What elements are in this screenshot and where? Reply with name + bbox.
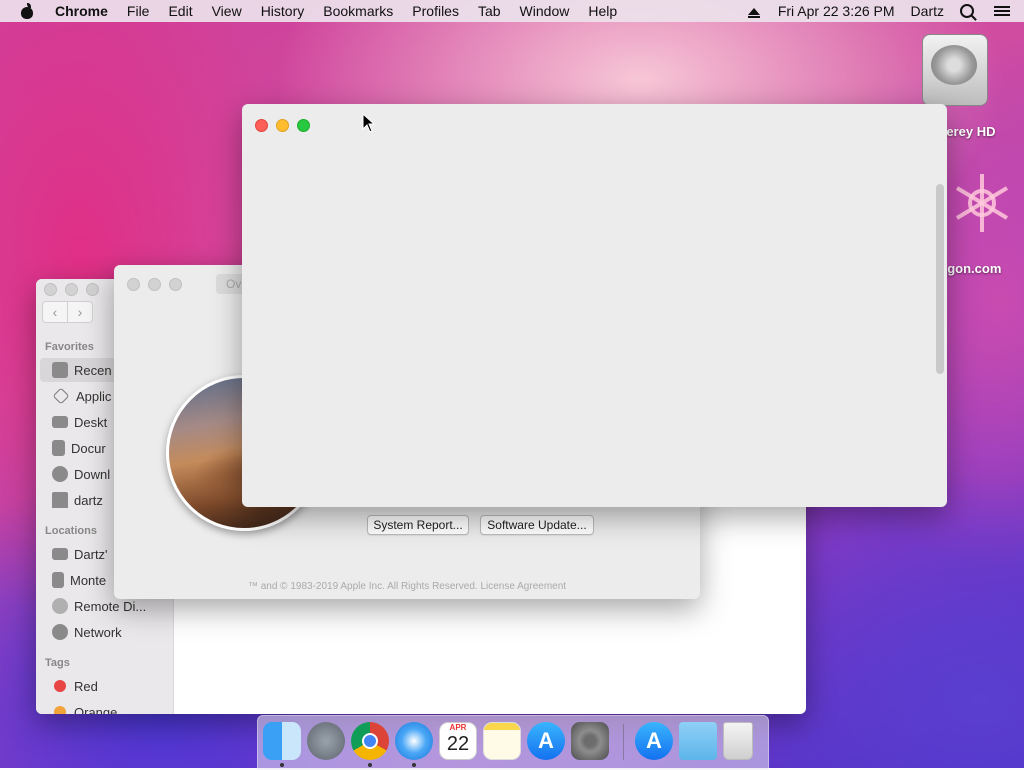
back-button[interactable]: ‹ bbox=[42, 301, 68, 323]
zoom-button[interactable] bbox=[297, 119, 310, 132]
about-window-controls bbox=[127, 278, 182, 291]
app-store-icon[interactable]: A bbox=[635, 722, 673, 760]
remote-disc-icon bbox=[52, 598, 68, 614]
menu-file[interactable]: File bbox=[127, 3, 150, 19]
desktop-icon-label: agon.com bbox=[940, 261, 1002, 276]
menu-help[interactable]: Help bbox=[588, 3, 617, 19]
sidebar-item-tag-orange[interactable]: Orange bbox=[40, 700, 173, 714]
mouse-cursor-icon bbox=[362, 113, 376, 133]
hard-drive-icon bbox=[922, 34, 988, 106]
finder-nav-buttons: ‹ › bbox=[42, 301, 93, 323]
menu-bookmarks[interactable]: Bookmarks bbox=[323, 3, 393, 19]
running-indicator bbox=[412, 763, 416, 767]
zoom-button[interactable] bbox=[169, 278, 182, 291]
sidebar-item-network[interactable]: Network bbox=[40, 620, 173, 644]
desktop-icon-label: terey HD bbox=[942, 124, 996, 139]
document-icon bbox=[52, 440, 65, 456]
vertical-scrollbar[interactable] bbox=[936, 184, 944, 374]
downloads-folder-icon[interactable] bbox=[679, 722, 717, 760]
system-report-button[interactable]: System Report... bbox=[367, 515, 469, 535]
finder-window-controls bbox=[44, 283, 99, 296]
network-globe-icon bbox=[52, 624, 68, 640]
calendar-icon[interactable]: APR 22 bbox=[439, 722, 477, 760]
menu-view[interactable]: View bbox=[212, 3, 242, 19]
sidebar-heading-favorites: Favorites bbox=[45, 341, 94, 353]
calendar-month: APR bbox=[449, 723, 467, 732]
download-icon bbox=[52, 466, 68, 482]
forward-button[interactable]: › bbox=[68, 301, 93, 323]
menubar-clock[interactable]: Fri Apr 22 3:26 PM bbox=[778, 3, 895, 19]
eject-icon[interactable] bbox=[747, 7, 760, 18]
desktop-icon bbox=[52, 416, 68, 428]
home-icon bbox=[52, 492, 68, 508]
menu-history[interactable]: History bbox=[261, 3, 305, 19]
sidebar-heading-locations: Locations bbox=[45, 525, 97, 537]
menubar-user[interactable]: Dartz bbox=[911, 3, 944, 19]
menu-bar: Chrome File Edit View History Bookmarks … bbox=[0, 0, 1024, 22]
zoom-button[interactable] bbox=[86, 283, 99, 296]
trash-icon[interactable] bbox=[723, 722, 753, 760]
launchpad-icon[interactable] bbox=[307, 722, 345, 760]
dock-separator bbox=[623, 724, 624, 760]
desktop-icon-app[interactable]: agon.com bbox=[940, 170, 1024, 276]
chevron-right-icon: › bbox=[77, 304, 83, 320]
applications-icon bbox=[52, 387, 70, 405]
minimize-button[interactable] bbox=[65, 283, 78, 296]
chrome-icon[interactable] bbox=[351, 722, 389, 760]
close-button[interactable] bbox=[44, 283, 57, 296]
dock: APR 22 A A bbox=[257, 715, 769, 770]
recents-icon bbox=[52, 362, 68, 378]
chrome-window-controls bbox=[255, 119, 310, 132]
spotlight-search-icon[interactable] bbox=[960, 4, 974, 18]
menu-app-name[interactable]: Chrome bbox=[55, 3, 108, 19]
chrome-window[interactable] bbox=[242, 104, 947, 507]
close-button[interactable] bbox=[255, 119, 268, 132]
control-center-icon[interactable] bbox=[994, 5, 1010, 17]
software-update-button[interactable]: Software Update... bbox=[480, 515, 594, 535]
sidebar-item-tag-red[interactable]: Red bbox=[40, 674, 173, 698]
running-indicator bbox=[368, 763, 372, 767]
running-indicator bbox=[280, 763, 284, 767]
red-tag-icon bbox=[54, 680, 66, 692]
finder-icon[interactable] bbox=[263, 722, 301, 760]
legal-notice: ™ and © 1983-2019 Apple Inc. All Rights … bbox=[247, 581, 567, 592]
chevron-left-icon: ‹ bbox=[52, 304, 58, 320]
apple-menu-icon[interactable] bbox=[20, 3, 34, 19]
snowflake-app-icon bbox=[955, 174, 1009, 232]
sidebar-heading-tags: Tags bbox=[45, 657, 70, 669]
computer-icon bbox=[52, 548, 68, 560]
system-preferences-icon[interactable] bbox=[571, 722, 609, 760]
app-store-icon[interactable]: A bbox=[527, 722, 565, 760]
calendar-day: 22 bbox=[446, 733, 470, 755]
disk-icon bbox=[52, 572, 64, 588]
minimize-button[interactable] bbox=[276, 119, 289, 132]
minimize-button[interactable] bbox=[148, 278, 161, 291]
safari-icon[interactable] bbox=[395, 722, 433, 760]
orange-tag-icon bbox=[54, 706, 66, 714]
menu-window[interactable]: Window bbox=[520, 3, 570, 19]
notes-icon[interactable] bbox=[483, 722, 521, 760]
close-button[interactable] bbox=[127, 278, 140, 291]
menu-profiles[interactable]: Profiles bbox=[412, 3, 459, 19]
menu-tab[interactable]: Tab bbox=[478, 3, 501, 19]
menu-edit[interactable]: Edit bbox=[168, 3, 192, 19]
